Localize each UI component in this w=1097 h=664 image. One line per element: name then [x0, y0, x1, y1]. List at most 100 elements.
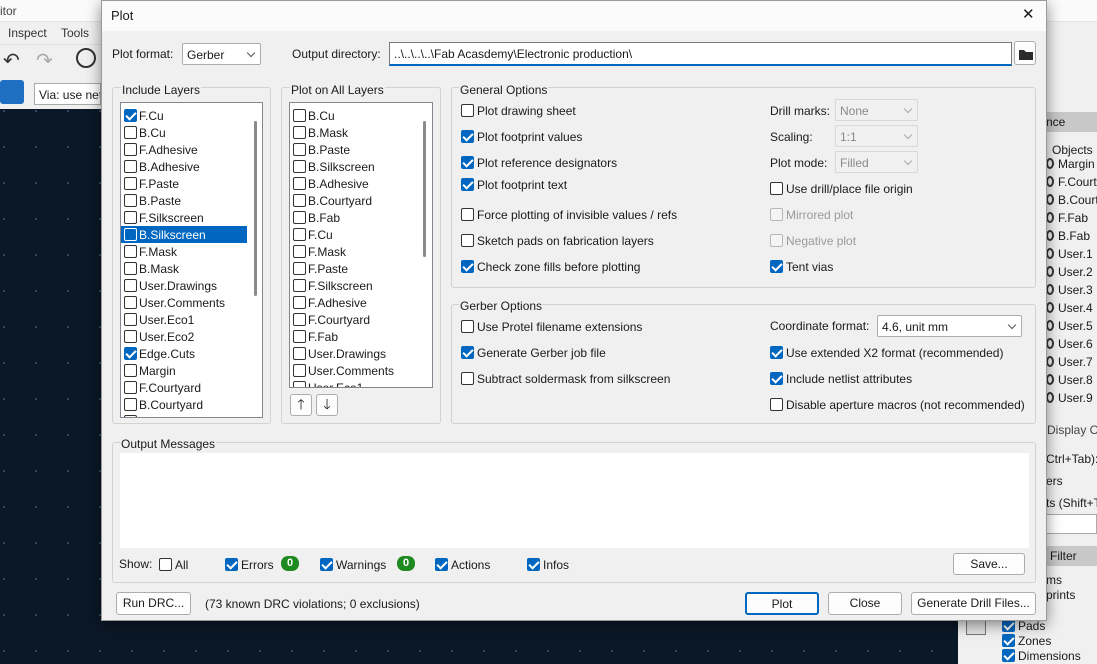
layer-row-b-courtyard[interactable]: B.Courtyard — [121, 396, 247, 413]
all-layer-row-b-fab[interactable]: B.Fab — [290, 209, 416, 226]
gerber-left-checkbox-1[interactable] — [461, 346, 474, 359]
all-layer-row-f-adhesive[interactable]: F.Adhesive — [290, 294, 416, 311]
close-button[interactable]: Close — [828, 592, 902, 615]
gerber-left-checkbox-0[interactable] — [461, 320, 474, 333]
gerber-right-checkbox-1[interactable] — [770, 372, 783, 385]
layer-checkbox[interactable] — [124, 194, 137, 207]
bg-layer-row[interactable]: User.2 — [1046, 263, 1097, 281]
all-layer-checkbox[interactable] — [293, 228, 306, 241]
bg-layer-row[interactable]: User.3 — [1046, 281, 1097, 299]
appearance-tab[interactable]: nce — [1046, 115, 1065, 129]
move-up-button[interactable]: 🡑 — [290, 394, 312, 416]
plot-button[interactable]: Plot — [745, 592, 819, 615]
redo-icon[interactable]: ↷ — [36, 48, 53, 73]
save-messages-button[interactable]: Save... — [953, 553, 1025, 575]
all-layer-checkbox[interactable] — [293, 330, 306, 343]
filter-checkbox[interactable] — [1002, 649, 1015, 662]
layer-checkbox[interactable] — [124, 313, 137, 326]
layer-checkbox[interactable] — [124, 330, 137, 343]
layer-checkbox[interactable] — [124, 211, 137, 224]
layer-checkbox[interactable] — [124, 109, 137, 122]
output-messages-area[interactable] — [120, 453, 1029, 548]
layer-checkbox[interactable] — [124, 228, 137, 241]
general-left-checkbox-5[interactable] — [461, 234, 474, 247]
all-layer-checkbox[interactable] — [293, 126, 306, 139]
filter-checkbox[interactable] — [1002, 634, 1015, 647]
all-layer-checkbox[interactable] — [293, 381, 306, 387]
layer-row-f-cu[interactable]: F.Cu — [121, 107, 247, 124]
all-layer-checkbox[interactable] — [293, 262, 306, 275]
show-warnings-checkbox[interactable] — [320, 558, 333, 571]
plot-all-layers-list[interactable]: B.Cu B.Mask B.Paste B.Silkscreen B.Adhesive B… — [289, 102, 433, 388]
layer-row-b-mask[interactable]: B.Mask — [121, 260, 247, 277]
bg-layer-row[interactable]: F.Fab — [1046, 209, 1097, 227]
layer-checkbox[interactable] — [124, 381, 137, 394]
general-right-checkbox-0[interactable] — [770, 182, 783, 195]
all-layer-row-b-adhesive[interactable]: B.Adhesive — [290, 175, 416, 192]
all-layer-checkbox[interactable] — [293, 160, 306, 173]
general-left-checkbox-3[interactable] — [461, 178, 474, 191]
all-layer-row-f-courtyard[interactable]: F.Courtyard — [290, 311, 416, 328]
layer-row-user-drawings[interactable]: User.Drawings — [121, 277, 247, 294]
all-layer-checkbox[interactable] — [293, 313, 306, 326]
all-layer-checkbox[interactable] — [293, 279, 306, 292]
all-layer-checkbox[interactable] — [293, 211, 306, 224]
all-layer-checkbox[interactable] — [293, 364, 306, 377]
general-right-checkbox-2[interactable] — [770, 234, 783, 247]
all-layer-row-b-cu[interactable]: B.Cu — [290, 107, 416, 124]
menu-tools[interactable]: Tools — [61, 26, 89, 40]
all-layer-row-b-silkscreen[interactable]: B.Silkscreen — [290, 158, 416, 175]
layer-checkbox[interactable] — [124, 398, 137, 411]
all-layer-checkbox[interactable] — [293, 296, 306, 309]
layer-checkbox[interactable] — [124, 143, 137, 156]
all-layer-checkbox[interactable] — [293, 245, 306, 258]
layer-checkbox[interactable] — [124, 296, 137, 309]
layer-row-margin[interactable]: Margin — [121, 362, 247, 379]
general-left-checkbox-4[interactable] — [461, 208, 474, 221]
move-down-button[interactable]: 🡓 — [316, 394, 338, 416]
bg-layer-row[interactable]: User.1 — [1046, 245, 1097, 263]
all-layer-checkbox[interactable] — [293, 109, 306, 122]
general-left-checkbox-0[interactable] — [461, 104, 474, 117]
all-layer-row-f-cu[interactable]: F.Cu — [290, 226, 416, 243]
layer-row-user-eco2[interactable]: User.Eco2 — [121, 328, 247, 345]
bg-layer-row[interactable]: User.7 — [1046, 353, 1097, 371]
bg-layer-row[interactable]: User.4 — [1046, 299, 1097, 317]
general-left-checkbox-2[interactable] — [461, 156, 474, 169]
preset-select[interactable] — [1046, 514, 1097, 534]
layer-checkbox[interactable] — [124, 177, 137, 190]
layer-checkbox[interactable] — [124, 262, 137, 275]
run-drc-button[interactable]: Run DRC... — [116, 592, 191, 615]
layer-row-user-comments[interactable]: User.Comments — [121, 294, 247, 311]
all-layer-row-b-mask[interactable]: B.Mask — [290, 124, 416, 141]
bg-layer-row[interactable]: Margin — [1046, 157, 1097, 173]
layer-checkbox[interactable] — [124, 347, 137, 360]
route-tool-icon[interactable] — [0, 80, 24, 104]
layer-row-b-silkscreen[interactable]: B.Silkscreen — [121, 225, 248, 244]
show-actions-checkbox[interactable] — [435, 558, 448, 571]
layer-row-f-mask[interactable]: F.Mask — [121, 243, 247, 260]
plot-all-layers-scrollbar[interactable] — [423, 121, 426, 257]
all-layer-row-b-paste[interactable]: B.Paste — [290, 141, 416, 158]
layer-row-f-courtyard[interactable]: F.Courtyard — [121, 379, 247, 396]
general-right-checkbox-1[interactable] — [770, 208, 783, 221]
layer-row-edge-cuts[interactable]: Edge.Cuts — [121, 345, 247, 362]
bg-layer-row[interactable]: B.Court — [1046, 191, 1097, 209]
find-icon[interactable] — [76, 48, 96, 68]
scaling-select[interactable]: 1:1 — [835, 125, 918, 147]
filter-tab[interactable]: Filter — [1050, 549, 1077, 563]
layer-checkbox[interactable] — [124, 245, 137, 258]
close-icon[interactable]: ✕ — [1022, 7, 1035, 22]
all-layer-checkbox[interactable] — [293, 143, 306, 156]
undo-icon[interactable]: ↶ — [3, 48, 20, 73]
objects-tab[interactable]: Objects — [1052, 143, 1093, 157]
gerber-right-checkbox-0[interactable] — [770, 346, 783, 359]
all-layer-row-f-mask[interactable]: F.Mask — [290, 243, 416, 260]
all-layer-row-user-drawings[interactable]: User.Drawings — [290, 345, 416, 362]
drill-marks-select[interactable]: None — [835, 99, 918, 121]
all-layer-row-b-courtyard[interactable]: B.Courtyard — [290, 192, 416, 209]
coordinate-format-select[interactable]: 4.6, unit mm — [877, 315, 1022, 337]
layer-row-f-silkscreen[interactable]: F.Silkscreen — [121, 209, 247, 226]
layer-checkbox[interactable] — [124, 364, 137, 377]
all-layer-checkbox[interactable] — [293, 194, 306, 207]
